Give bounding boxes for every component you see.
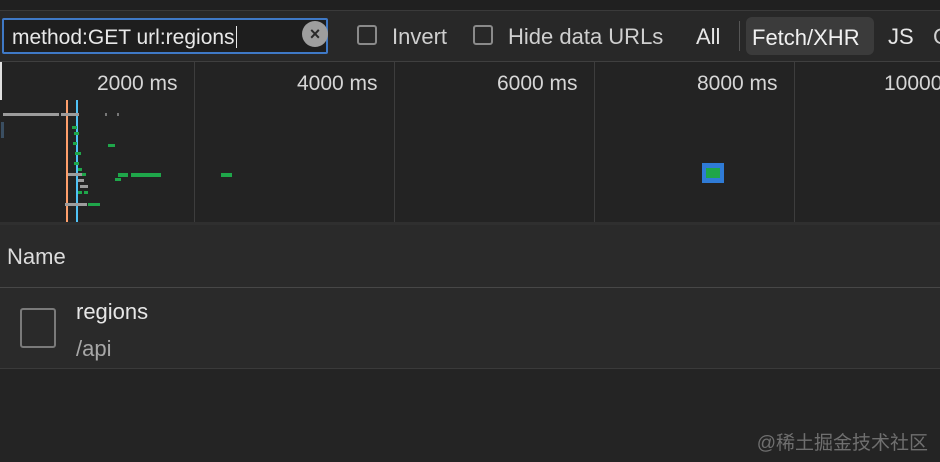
request-bar (61, 113, 79, 116)
text-caret (235, 26, 237, 48)
selected-request-bar (706, 168, 720, 178)
request-path: /api (76, 336, 112, 361)
name-column-header[interactable]: Name (0, 225, 940, 288)
request-bar (65, 203, 87, 206)
timeline-tick-label: 8000 ms (697, 72, 778, 95)
type-filter-fetch-xhr[interactable]: Fetch/XHR (746, 17, 874, 55)
timeline-tick-label: 2000 ms (97, 72, 178, 95)
hide-data-urls-label[interactable]: Hide data URLs (508, 24, 663, 50)
selected-request-highlight[interactable] (702, 163, 724, 183)
grid-line (794, 62, 795, 222)
request-bar (84, 191, 88, 194)
request-bar (131, 173, 161, 177)
type-filter-js[interactable]: JS (888, 24, 914, 50)
request-bar (80, 185, 88, 188)
type-filter-all[interactable]: All (696, 24, 720, 50)
request-bar (221, 173, 232, 177)
clear-filter-icon[interactable]: × (302, 21, 328, 47)
request-bar (1, 122, 4, 138)
network-overview-timeline[interactable]: 2000 ms 4000 ms 6000 ms 8000 ms 10000 (0, 62, 940, 225)
request-bar (118, 173, 128, 177)
request-name: regions (76, 299, 149, 324)
devtools-top-band (0, 0, 940, 11)
invert-label[interactable]: Invert (392, 24, 447, 50)
request-bar (88, 203, 100, 206)
request-bar (68, 173, 82, 176)
hide-data-urls-checkbox[interactable] (473, 25, 493, 45)
request-bar (78, 168, 82, 171)
grid-line (594, 62, 595, 222)
request-bar (117, 113, 119, 116)
request-bar (115, 178, 121, 181)
timeline-tick-label: 6000 ms (497, 72, 578, 95)
grid-line (394, 62, 395, 222)
request-bar (75, 152, 81, 155)
request-row[interactable]: regions /api (0, 288, 940, 369)
invert-checkbox[interactable] (357, 25, 377, 45)
filter-toolbar: method:GET url:regions × Invert Hide dat… (0, 11, 940, 62)
request-bar (78, 179, 84, 182)
request-bar (73, 142, 77, 145)
request-bar (82, 173, 86, 176)
request-bar (3, 113, 59, 116)
watermark: @稀土掘金技术社区 (756, 433, 928, 454)
toolbar-divider (739, 21, 740, 51)
grid-line (194, 62, 195, 222)
overview-window-handle[interactable] (0, 62, 2, 100)
request-bar (72, 126, 77, 129)
request-bar (74, 162, 79, 165)
type-filter-fetch-xhr-label: Fetch/XHR (752, 25, 860, 50)
name-column-label: Name (7, 244, 66, 269)
request-bar (78, 191, 82, 194)
filter-input[interactable]: method:GET url:regions (2, 18, 328, 54)
type-filter-truncated[interactable]: C (933, 24, 940, 50)
request-bar (108, 144, 115, 147)
filter-input-value: method:GET url:regions (12, 26, 235, 49)
request-bar (105, 113, 107, 116)
request-bar (74, 132, 79, 135)
timeline-tick-label: 10000 (884, 72, 940, 95)
document-icon (20, 308, 56, 348)
timeline-tick-label: 4000 ms (297, 72, 378, 95)
